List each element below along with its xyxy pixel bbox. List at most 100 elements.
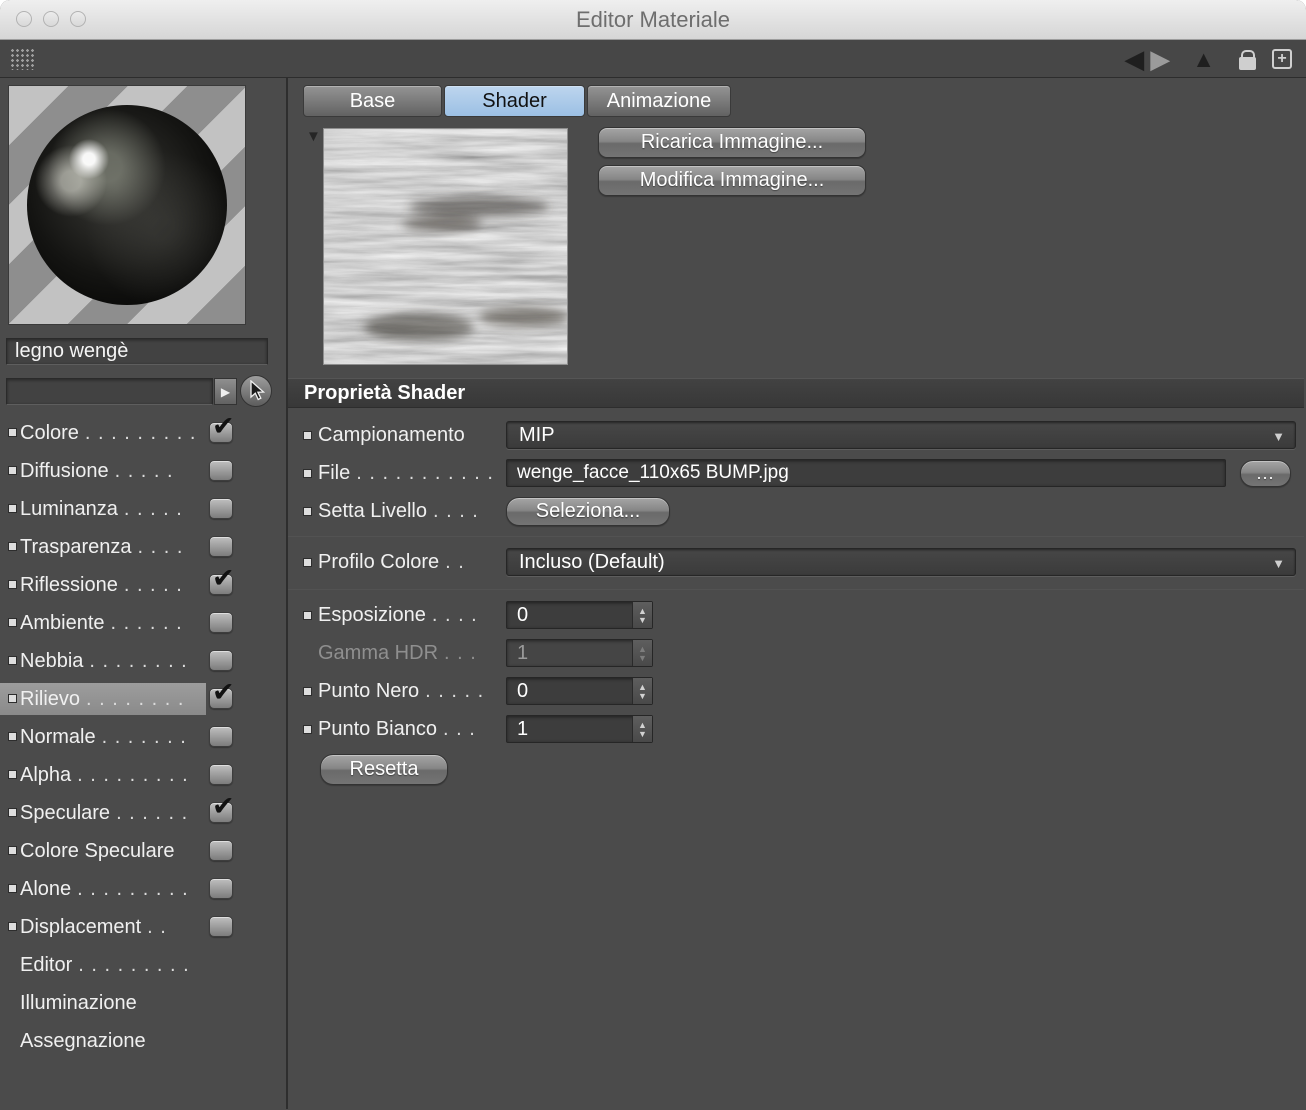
punto-bianco-stepper[interactable]: 1 ▲ ▼ [506,715,653,743]
channel-checkbox[interactable] [209,764,233,785]
channel-checkbox[interactable]: ✔ [209,565,235,595]
window-title: Editor Materiale [575,6,731,32]
palette-grip-icon[interactable] [10,47,36,70]
channel-row-alpha[interactable]: Alpha. . . . . . . . . [0,756,288,794]
tab-bar: Base Shader Animazione [303,85,731,117]
channel-row-diffusione[interactable]: Diffusione. . . . . [0,452,288,490]
reload-image-button[interactable]: Ricarica Immagine... [598,127,866,158]
channel-mini-box[interactable] [8,884,17,893]
channel-row-ambiente[interactable]: Ambiente. . . . . . [0,604,288,642]
channel-checkbox[interactable] [209,498,233,519]
shader-panel: Base Shader Animazione ▼ Ricarica Immagi… [288,78,1304,1109]
esposizione-stepper[interactable]: 0 ▲ ▼ [506,601,653,629]
seleziona-button[interactable]: Seleziona... [506,497,670,526]
material-name-input[interactable] [6,338,268,365]
tab-animazione[interactable]: Animazione [587,85,731,117]
channel-row-trasparenza[interactable]: Trasparenza. . . . [0,528,288,566]
param-mini-box[interactable] [303,469,312,478]
channel-checkbox[interactable] [209,650,233,671]
channel-checkbox[interactable]: ✔ [209,413,235,443]
param-mini-box[interactable] [303,611,312,620]
param-mini-box[interactable] [303,507,312,516]
channel-row-editor[interactable]: Editor. . . . . . . . . [0,946,288,984]
material-editor-window: Editor Materiale ◀ ▶ ▲ + ▶ [0,0,1306,1110]
param-mini-box[interactable] [303,725,312,734]
lock-icon[interactable] [1239,50,1256,70]
file-path-input[interactable] [506,459,1226,487]
channel-mini-box[interactable] [8,656,17,665]
disclosure-triangle-icon[interactable]: ▼ [306,128,321,145]
channel-row-riflessione[interactable]: Riflessione. . . . . ✔ [0,565,288,604]
spin-down-icon[interactable]: ▼ [638,615,647,624]
zoom-button[interactable] [70,11,86,27]
spin-up-icon[interactable]: ▲ [638,606,647,615]
channel-row-assegnazione[interactable]: Assegnazione [0,1022,288,1060]
dot-leader: . . . . . . . . . [78,954,190,976]
param-mini-box[interactable] [303,558,312,567]
channel-mini-box[interactable] [8,770,17,779]
channel-row-alone[interactable]: Alone. . . . . . . . . [0,870,288,908]
channel-checkbox[interactable] [209,916,233,937]
channel-label: Assegnazione [20,1030,146,1052]
channel-row-illuminazione[interactable]: Illuminazione [0,984,288,1022]
channel-mini-box[interactable] [8,466,17,475]
texture-thumbnail[interactable] [323,128,568,365]
param-mini-box[interactable] [303,431,312,440]
channel-row-nebbia[interactable]: Nebbia. . . . . . . . [0,642,288,680]
channel-row-luminanza[interactable]: Luminanza. . . . . [0,490,288,528]
reset-button[interactable]: Resetta [320,754,448,785]
material-preview[interactable] [8,85,246,325]
channel-row-displacement[interactable]: Displacement. . [0,908,288,946]
channel-mini-box[interactable] [8,808,17,817]
channel-row-rilievo[interactable]: Rilievo. . . . . . . . ✔ [0,679,288,718]
channel-checkbox[interactable] [209,536,233,557]
channel-mini-box[interactable] [8,694,17,703]
channel-checkbox[interactable]: ✔ [209,679,235,709]
stepper-arrows[interactable]: ▲ ▼ [632,678,652,704]
channel-mini-box[interactable] [8,732,17,741]
channel-label: Trasparenza [20,536,132,558]
channel-row-speculare[interactable]: Speculare. . . . . . ✔ [0,793,288,832]
spin-down-icon[interactable]: ▼ [638,729,647,738]
back-arrow-icon[interactable]: ◀ [1124,40,1144,78]
spin-up-icon[interactable]: ▲ [638,682,647,691]
spin-down-icon[interactable]: ▼ [638,691,647,700]
preset-menu-button[interactable]: ▶ [214,378,237,405]
channel-mini-box[interactable] [8,542,17,551]
edit-image-button[interactable]: Modifica Immagine... [598,165,866,196]
minimize-button[interactable] [43,11,59,27]
channel-checkbox[interactable] [209,878,233,899]
channel-checkbox[interactable] [209,726,233,747]
forward-arrow-icon[interactable]: ▶ [1150,40,1170,78]
punto-nero-stepper[interactable]: 0 ▲ ▼ [506,677,653,705]
channel-checkbox[interactable] [209,612,233,633]
channel-checkbox[interactable] [209,840,233,861]
stepper-arrows[interactable]: ▲ ▼ [632,602,652,628]
campionamento-dropdown[interactable]: MIP ▼ [506,421,1296,449]
browse-file-button[interactable]: ... [1240,460,1291,487]
up-arrow-icon[interactable]: ▲ [1192,40,1215,78]
pick-material-button[interactable] [240,375,272,407]
param-mini-box[interactable] [303,687,312,696]
stepper-value: 1 [517,718,529,740]
stepper-arrows[interactable]: ▲ ▼ [632,716,652,742]
channel-checkbox[interactable] [209,460,233,481]
channel-row-normale[interactable]: Normale. . . . . . . [0,718,288,756]
channel-row-colore-speculare[interactable]: Colore Speculare [0,832,288,870]
channel-mini-box[interactable] [8,922,17,931]
channel-mini-box[interactable] [8,580,17,589]
channel-mini-box[interactable] [8,504,17,513]
close-button[interactable] [16,11,32,27]
channel-mini-box[interactable] [8,618,17,627]
add-icon[interactable]: + [1272,49,1292,69]
spin-up-icon[interactable]: ▲ [638,720,647,729]
channel-checkbox[interactable]: ✔ [209,793,235,823]
channel-label: Colore Speculare [20,840,175,862]
tab-base[interactable]: Base [303,85,442,117]
tab-shader[interactable]: Shader [444,85,585,117]
filter-input[interactable] [6,378,213,405]
profilo-colore-dropdown[interactable]: Incluso (Default) ▼ [506,548,1296,576]
channel-mini-box[interactable] [8,846,17,855]
channel-mini-box[interactable] [8,428,17,437]
channel-row-colore[interactable]: Colore. . . . . . . . . ✔ [0,413,288,452]
